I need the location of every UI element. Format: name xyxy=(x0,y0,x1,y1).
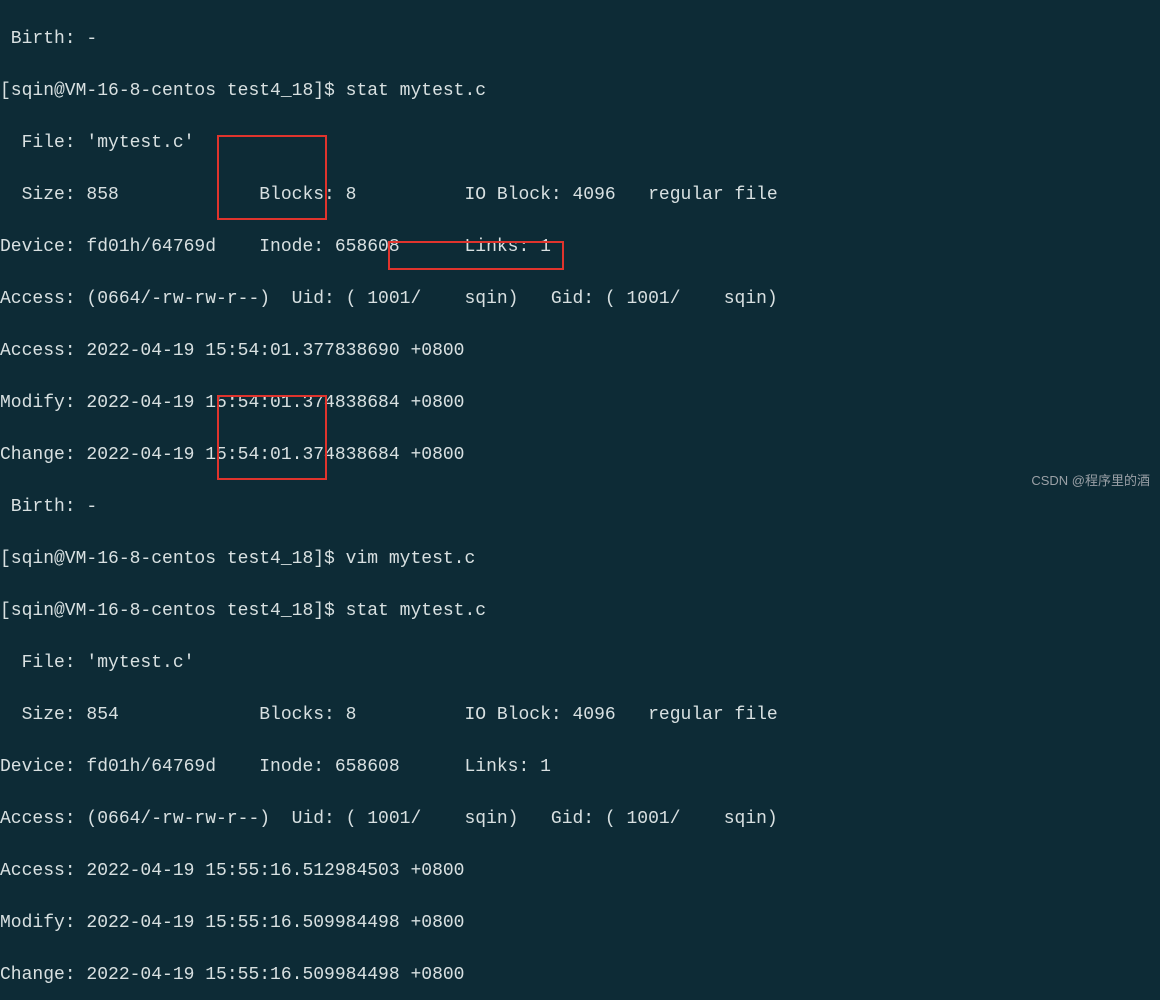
output-line: Access: (0664/-rw-rw-r--) Uid: ( 1001/ s… xyxy=(0,286,1160,312)
terminal-output[interactable]: Birth: - [sqin@VM-16-8-centos test4_18]$… xyxy=(0,0,1160,1000)
prompt-line: [sqin@VM-16-8-centos test4_18]$ stat myt… xyxy=(0,78,1160,104)
command-text: stat mytest.c xyxy=(346,81,486,101)
shell-prompt: [sqin@VM-16-8-centos test4_18]$ xyxy=(0,81,346,101)
command-text: stat mytest.c xyxy=(346,601,486,621)
output-line: File: 'mytest.c' xyxy=(0,130,1160,156)
output-line: Access: 2022-04-19 15:55:16.512984503 +0… xyxy=(0,858,1160,884)
output-line: Modify: 2022-04-19 15:54:01.374838684 +0… xyxy=(0,390,1160,416)
prompt-line: [sqin@VM-16-8-centos test4_18]$ vim myte… xyxy=(0,546,1160,572)
output-line: Change: 2022-04-19 15:54:01.374838684 +0… xyxy=(0,442,1160,468)
output-line: Birth: - xyxy=(0,26,1160,52)
shell-prompt: [sqin@VM-16-8-centos test4_18]$ xyxy=(0,601,346,621)
shell-prompt: [sqin@VM-16-8-centos test4_18]$ xyxy=(0,549,346,569)
output-line: Access: (0664/-rw-rw-r--) Uid: ( 1001/ s… xyxy=(0,806,1160,832)
watermark-text: CSDN @程序里的酒 xyxy=(1031,468,1150,494)
output-line: Modify: 2022-04-19 15:55:16.509984498 +0… xyxy=(0,910,1160,936)
output-line: Birth: - xyxy=(0,494,1160,520)
prompt-line: [sqin@VM-16-8-centos test4_18]$ stat myt… xyxy=(0,598,1160,624)
output-line: Size: 858 Blocks: 8 IO Block: 4096 regul… xyxy=(0,182,1160,208)
output-line: Access: 2022-04-19 15:54:01.377838690 +0… xyxy=(0,338,1160,364)
output-line: Change: 2022-04-19 15:55:16.509984498 +0… xyxy=(0,962,1160,988)
output-line: Size: 854 Blocks: 8 IO Block: 4096 regul… xyxy=(0,702,1160,728)
command-text: vim mytest.c xyxy=(346,549,476,569)
output-line: Device: fd01h/64769d Inode: 658608 Links… xyxy=(0,754,1160,780)
output-line: File: 'mytest.c' xyxy=(0,650,1160,676)
output-line: Device: fd01h/64769d Inode: 658608 Links… xyxy=(0,234,1160,260)
